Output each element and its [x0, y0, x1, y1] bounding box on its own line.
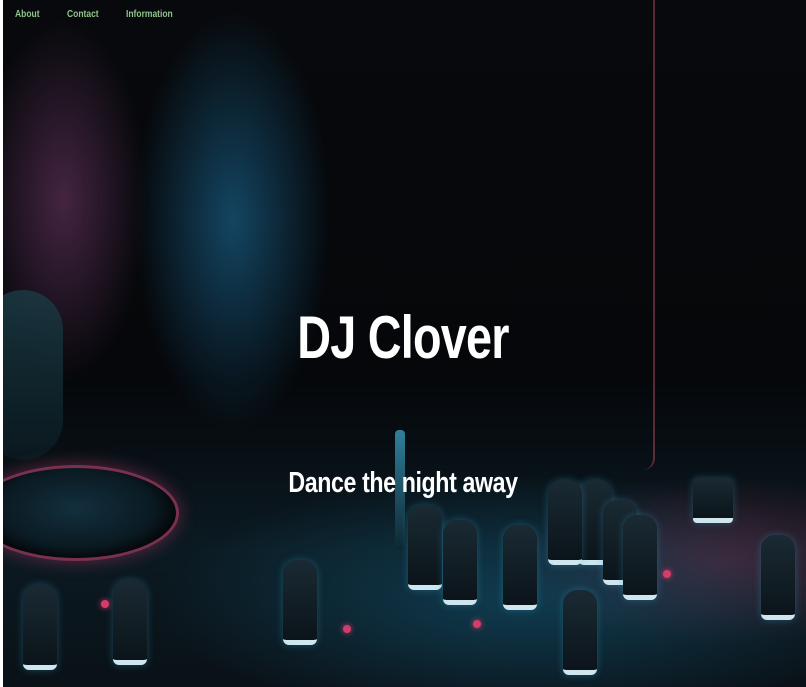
- mixer-knob-decor: [563, 590, 597, 675]
- page-title: DJ Clover: [297, 304, 509, 371]
- tagline: Dance the night away: [288, 467, 518, 499]
- mixer-led-decor: [473, 620, 481, 628]
- dj-hand-decor: [3, 290, 63, 460]
- mixer-knob-decor: [761, 535, 795, 620]
- mixer-knob-decor: [23, 585, 57, 670]
- mixer-knob-decor: [283, 560, 317, 645]
- mixer-knob-decor: [113, 580, 147, 665]
- mixer-led-decor: [101, 600, 109, 608]
- mixer-knob-decor: [443, 520, 477, 605]
- mixer-knob-decor: [408, 505, 442, 590]
- nav-link-information[interactable]: Information: [126, 9, 173, 20]
- mixer-led-decor: [343, 625, 351, 633]
- headphone-cable-decor: [643, 0, 655, 470]
- nav-link-contact[interactable]: Contact: [67, 9, 99, 20]
- mixer-knob-decor: [623, 515, 657, 600]
- mixer-knob-decor: [503, 525, 537, 610]
- mixer-led-decor: [663, 570, 671, 578]
- nav-link-about[interactable]: About: [15, 9, 40, 20]
